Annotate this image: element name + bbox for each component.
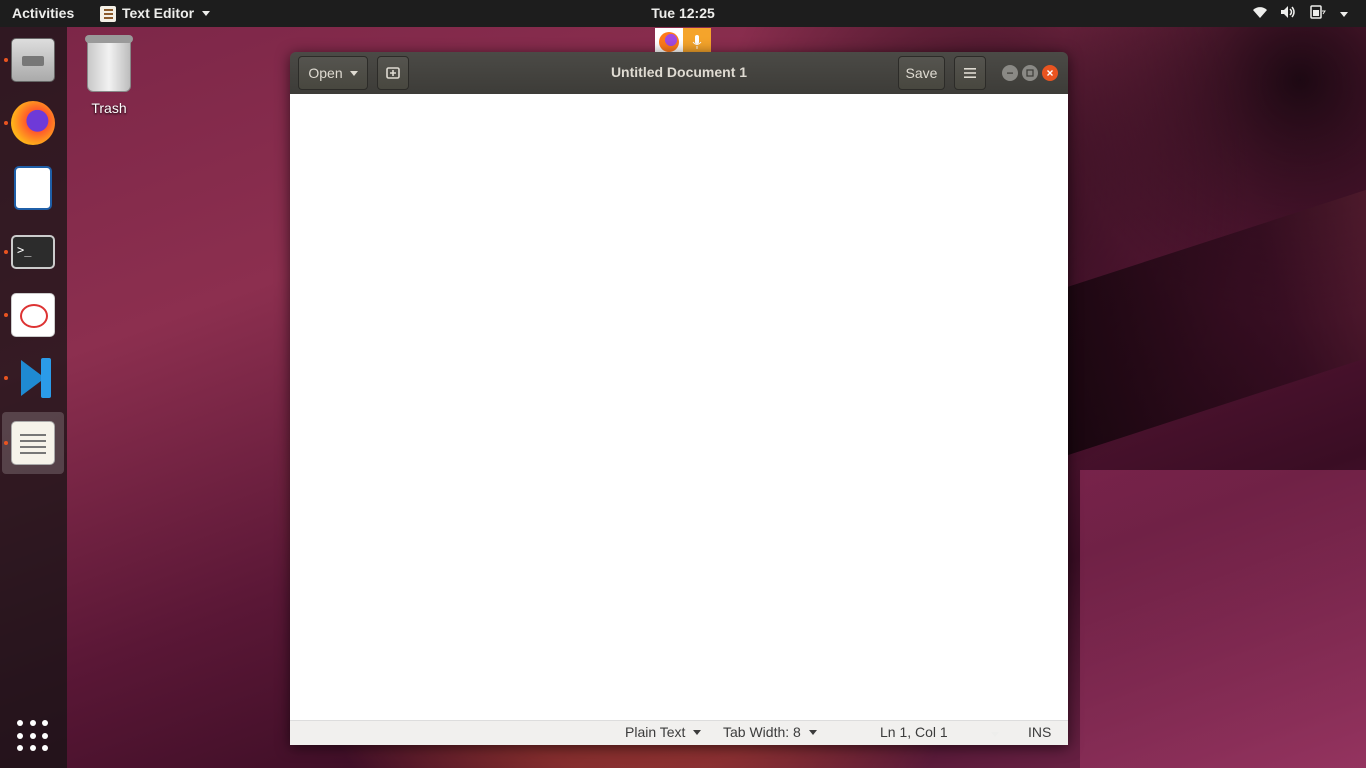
text-editing-area[interactable] xyxy=(290,94,1068,720)
wallpaper-streak xyxy=(1080,470,1366,768)
language-label: Plain Text xyxy=(625,724,686,740)
app-grid-icon[interactable] xyxy=(17,720,49,752)
running-indicator xyxy=(4,121,8,125)
dock-item-text-editor[interactable] xyxy=(2,412,64,474)
tab-width-label: Tab Width: 8 xyxy=(723,724,801,740)
wifi-icon[interactable] xyxy=(1252,5,1268,23)
document-viewer-icon xyxy=(11,293,55,337)
running-indicator xyxy=(4,441,8,445)
header-bar: Open Untitled Document 1 Save xyxy=(290,52,1068,94)
text-editor-window: Open Untitled Document 1 Save Plain Text… xyxy=(290,52,1068,745)
firefox-icon xyxy=(11,101,55,145)
running-indicator xyxy=(4,313,8,317)
files-icon xyxy=(11,38,55,82)
maximize-button[interactable] xyxy=(1022,65,1038,81)
system-tray[interactable] xyxy=(1252,5,1348,23)
terminal-icon: >_ xyxy=(11,235,55,269)
battery-icon[interactable] xyxy=(1308,5,1326,23)
insert-mode-indicator: INS xyxy=(1028,724,1052,740)
running-indicator xyxy=(4,250,8,254)
running-indicator xyxy=(4,376,8,380)
cursor-position[interactable]: Ln 1, Col 1 xyxy=(880,724,948,740)
cursor-position-label: Ln 1, Col 1 xyxy=(880,724,948,740)
maximize-icon xyxy=(1026,69,1034,77)
clock[interactable]: Tue 12:25 xyxy=(0,5,1366,22)
libreoffice-writer-icon xyxy=(14,166,52,210)
dock-item-terminal[interactable]: >_ xyxy=(2,221,64,283)
trash-icon xyxy=(85,35,133,92)
document-title: Untitled Document 1 xyxy=(610,64,748,80)
chevron-down-icon xyxy=(808,729,817,735)
close-button[interactable] xyxy=(1042,65,1058,81)
desktop-trash[interactable]: Trash xyxy=(78,35,140,116)
dock-item-writer[interactable] xyxy=(2,157,64,219)
volume-icon[interactable] xyxy=(1280,5,1296,23)
minimize-icon xyxy=(1007,72,1013,74)
chevron-down-icon[interactable] xyxy=(991,732,999,737)
hamburger-icon xyxy=(964,68,976,78)
minimize-button[interactable] xyxy=(1002,65,1018,81)
hamburger-menu-button[interactable] xyxy=(954,56,986,90)
chevron-down-icon xyxy=(693,729,702,735)
dock-item-files[interactable] xyxy=(2,29,64,91)
language-selector[interactable]: Plain Text xyxy=(625,724,702,740)
running-indicator xyxy=(4,58,8,62)
text-editor-icon xyxy=(11,421,55,465)
tab-width-selector[interactable]: Tab Width: 8 xyxy=(723,724,817,740)
top-bar: Activities Text Editor Tue 12:25 xyxy=(0,0,1366,27)
vscode-icon xyxy=(11,356,55,400)
trash-label: Trash xyxy=(91,100,127,116)
status-bar: Plain Text Tab Width: 8 Ln 1, Col 1 INS xyxy=(290,720,1068,745)
save-button[interactable]: Save xyxy=(898,56,945,90)
chevron-down-icon xyxy=(1340,11,1348,17)
dock: >_ xyxy=(0,27,67,768)
close-icon xyxy=(1047,70,1053,76)
dock-item-vscode[interactable] xyxy=(2,347,64,409)
dock-item-document-viewer[interactable] xyxy=(2,284,64,346)
dock-item-firefox[interactable] xyxy=(2,92,64,154)
